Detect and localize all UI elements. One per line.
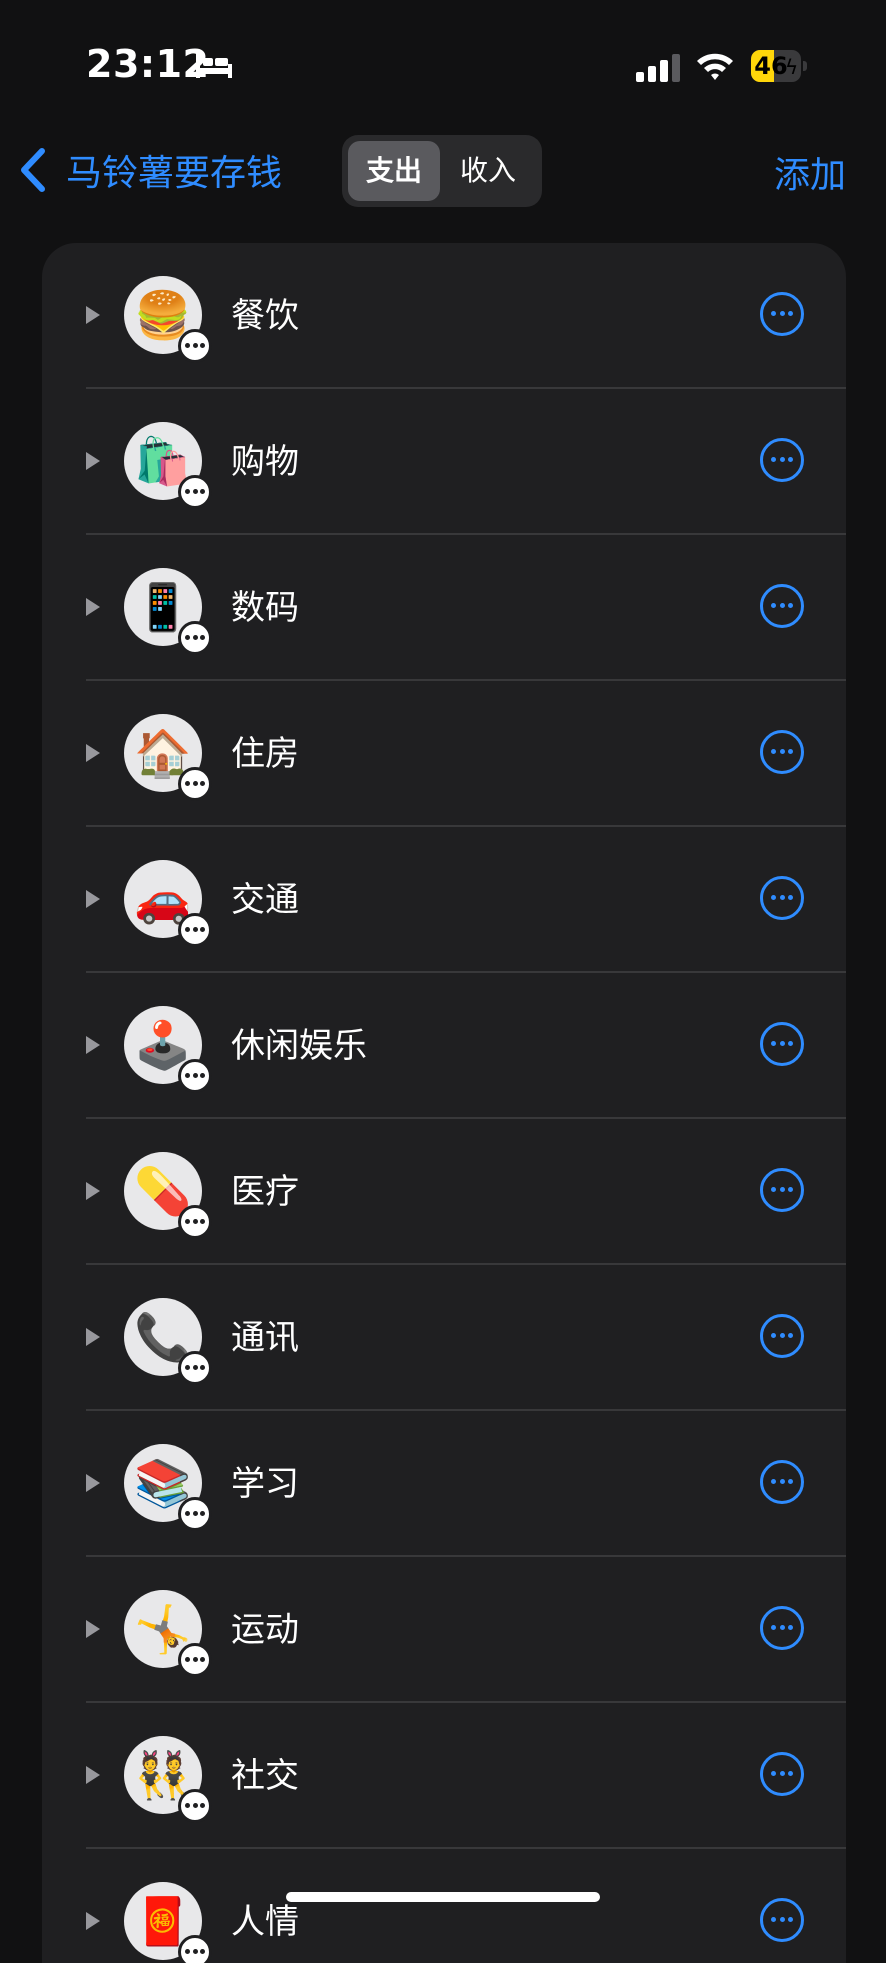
category-label: 购物 xyxy=(231,442,299,482)
navigation-bar: 马铃薯要存钱 支出 收入 添加 xyxy=(0,130,886,210)
category-row[interactable]: 📱 数码 xyxy=(42,535,846,681)
more-options-icon[interactable] xyxy=(760,1168,804,1212)
status-time: 23:12 xyxy=(86,42,210,86)
category-label: 休闲娱乐 xyxy=(231,1026,367,1066)
category-label: 餐饮 xyxy=(231,296,299,336)
more-options-icon[interactable] xyxy=(760,730,804,774)
edit-badge-icon xyxy=(178,913,212,947)
more-options-icon[interactable] xyxy=(760,292,804,336)
more-options-icon[interactable] xyxy=(760,876,804,920)
battery-icon: 46 ϟ xyxy=(751,50,807,82)
category-label: 学习 xyxy=(231,1464,299,1504)
disclosure-triangle-icon[interactable] xyxy=(86,598,100,616)
category-label: 数码 xyxy=(231,588,299,628)
more-options-icon[interactable] xyxy=(760,1314,804,1358)
disclosure-triangle-icon[interactable] xyxy=(86,452,100,470)
type-segmented-control: 支出 收入 xyxy=(342,135,542,207)
disclosure-triangle-icon[interactable] xyxy=(86,1182,100,1200)
disclosure-triangle-icon[interactable] xyxy=(86,1620,100,1638)
category-row[interactable]: 💊 医疗 xyxy=(42,1119,846,1265)
wifi-icon xyxy=(697,53,733,80)
segment-income[interactable]: 收入 xyxy=(442,141,534,201)
category-row[interactable]: 🏠 住房 xyxy=(42,681,846,827)
disclosure-triangle-icon[interactable] xyxy=(86,744,100,762)
category-label: 交通 xyxy=(231,880,299,920)
edit-badge-icon xyxy=(178,329,212,363)
more-options-icon[interactable] xyxy=(760,1752,804,1796)
edit-badge-icon xyxy=(178,1789,212,1823)
edit-badge-icon xyxy=(178,1643,212,1677)
category-list: 🍔 餐饮 🛍️ 购物 📱 数码 🏠 住房 🚗 交通 🕹️ 休闲娱乐 💊 医疗 📞 通讯 📚 学习 🤸 运动 👯 社交 🧧 人情 xyxy=(42,243,846,1963)
more-options-icon[interactable] xyxy=(760,1606,804,1650)
disclosure-triangle-icon[interactable] xyxy=(86,1328,100,1346)
category-row[interactable]: 🕹️ 休闲娱乐 xyxy=(42,973,846,1119)
category-row[interactable]: 🧧 人情 xyxy=(42,1849,846,1963)
cellular-signal-icon xyxy=(636,54,680,82)
disclosure-triangle-icon[interactable] xyxy=(86,1766,100,1784)
bed-icon xyxy=(196,54,232,78)
edit-badge-icon xyxy=(178,621,212,655)
disclosure-triangle-icon[interactable] xyxy=(86,306,100,324)
edit-badge-icon xyxy=(178,1205,212,1239)
edit-badge-icon xyxy=(178,1351,212,1385)
category-row[interactable]: 🚗 交通 xyxy=(42,827,846,973)
edit-badge-icon xyxy=(178,1935,212,1963)
category-row[interactable]: 🤸 运动 xyxy=(42,1557,846,1703)
category-label: 医疗 xyxy=(231,1172,299,1212)
edit-badge-icon xyxy=(178,475,212,509)
more-options-icon[interactable] xyxy=(760,438,804,482)
edit-badge-icon xyxy=(178,1059,212,1093)
add-button[interactable]: 添加 xyxy=(774,146,846,198)
more-options-icon[interactable] xyxy=(760,1022,804,1066)
category-label: 通讯 xyxy=(231,1318,299,1358)
home-indicator xyxy=(286,1892,600,1902)
edit-badge-icon xyxy=(178,767,212,801)
category-label: 住房 xyxy=(231,734,299,774)
category-row[interactable]: 🍔 餐饮 xyxy=(42,243,846,389)
more-options-icon[interactable] xyxy=(760,584,804,628)
category-row[interactable]: 📚 学习 xyxy=(42,1411,846,1557)
edit-badge-icon xyxy=(178,1497,212,1531)
disclosure-triangle-icon[interactable] xyxy=(86,1036,100,1054)
disclosure-triangle-icon[interactable] xyxy=(86,1474,100,1492)
back-button[interactable]: 马铃薯要存钱 xyxy=(18,144,282,196)
category-row[interactable]: 👯 社交 xyxy=(42,1703,846,1849)
category-row[interactable]: 🛍️ 购物 xyxy=(42,389,846,535)
disclosure-triangle-icon[interactable] xyxy=(86,1912,100,1930)
chevron-left-icon xyxy=(21,148,45,192)
status-bar: 23:12 46 ϟ xyxy=(0,0,886,120)
category-label: 运动 xyxy=(231,1610,299,1650)
back-label: 马铃薯要存钱 xyxy=(66,153,283,194)
category-row[interactable]: 📞 通讯 xyxy=(42,1265,846,1411)
category-label: 社交 xyxy=(231,1756,299,1796)
segment-expense[interactable]: 支出 xyxy=(348,141,440,201)
more-options-icon[interactable] xyxy=(760,1898,804,1942)
more-options-icon[interactable] xyxy=(760,1460,804,1504)
disclosure-triangle-icon[interactable] xyxy=(86,890,100,908)
charging-bolt-icon: ϟ xyxy=(785,55,799,79)
